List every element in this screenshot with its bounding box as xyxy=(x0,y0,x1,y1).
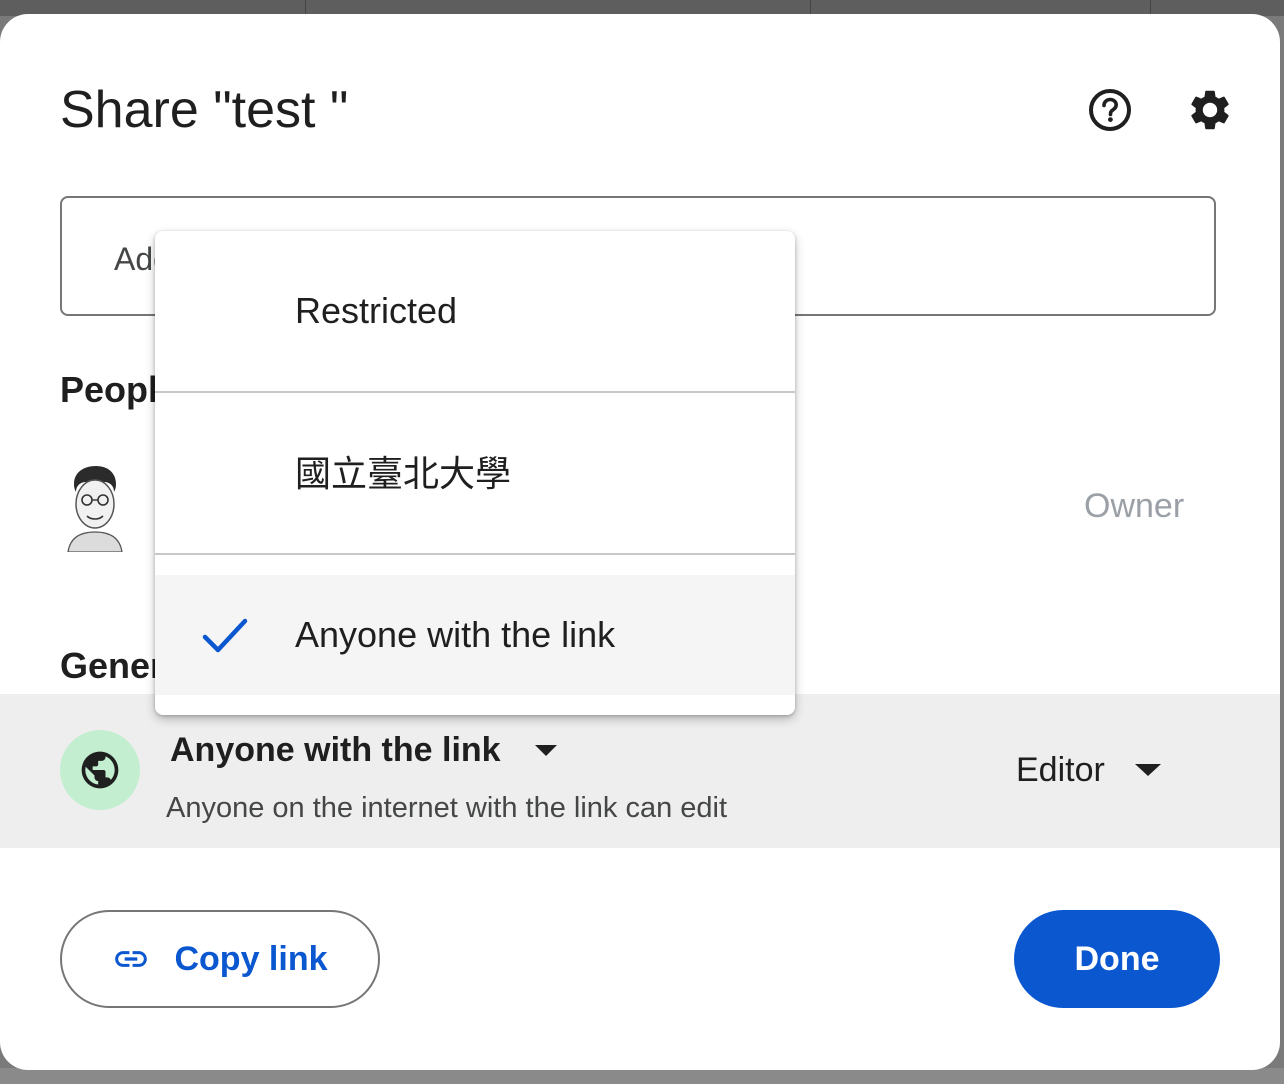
dialog-title: Share "test " xyxy=(60,81,349,139)
avatar xyxy=(60,462,130,553)
link-icon xyxy=(115,951,148,967)
menu-item-anyone-with-link[interactable]: Anyone with the link xyxy=(155,575,795,695)
menu-item-organization[interactable]: 國立臺北大學 xyxy=(155,393,795,553)
menu-item-label: 國立臺北大學 xyxy=(295,454,512,495)
done-button[interactable]: Done xyxy=(1014,910,1220,1008)
general-access-row: Anyone with the link Anyone on the inter… xyxy=(0,694,1280,848)
general-access-value: Anyone with the link xyxy=(170,730,501,769)
globe-icon-badge xyxy=(60,730,140,810)
owner-role-label: Owner xyxy=(1084,487,1185,525)
copy-link-button[interactable]: Copy link xyxy=(60,910,380,1008)
globe-icon xyxy=(81,751,119,789)
menu-item-label: Restricted xyxy=(295,290,458,331)
background-sheet xyxy=(0,1068,1284,1084)
role-dropdown[interactable]: Editor xyxy=(1016,748,1161,792)
general-access-description: Anyone on the internet with the link can… xyxy=(166,792,728,824)
general-access-menu: Restricted 國立臺北大學 Anyone with the link xyxy=(155,231,795,715)
role-value: Editor xyxy=(1016,750,1105,789)
help-icon[interactable] xyxy=(1086,86,1134,134)
caret-down-icon xyxy=(534,744,557,756)
check-icon xyxy=(202,618,248,653)
share-dialog: Share "test " People with access Owner G… xyxy=(0,14,1280,1070)
gear-icon[interactable] xyxy=(1186,86,1234,134)
menu-item-label: Anyone with the link xyxy=(295,614,616,655)
copy-link-label: Copy link xyxy=(174,939,328,978)
menu-item-restricted[interactable]: Restricted xyxy=(155,231,795,391)
caret-down-icon xyxy=(1134,764,1161,776)
general-access-dropdown[interactable]: Anyone with the link xyxy=(170,728,557,772)
menu-divider xyxy=(155,553,795,555)
